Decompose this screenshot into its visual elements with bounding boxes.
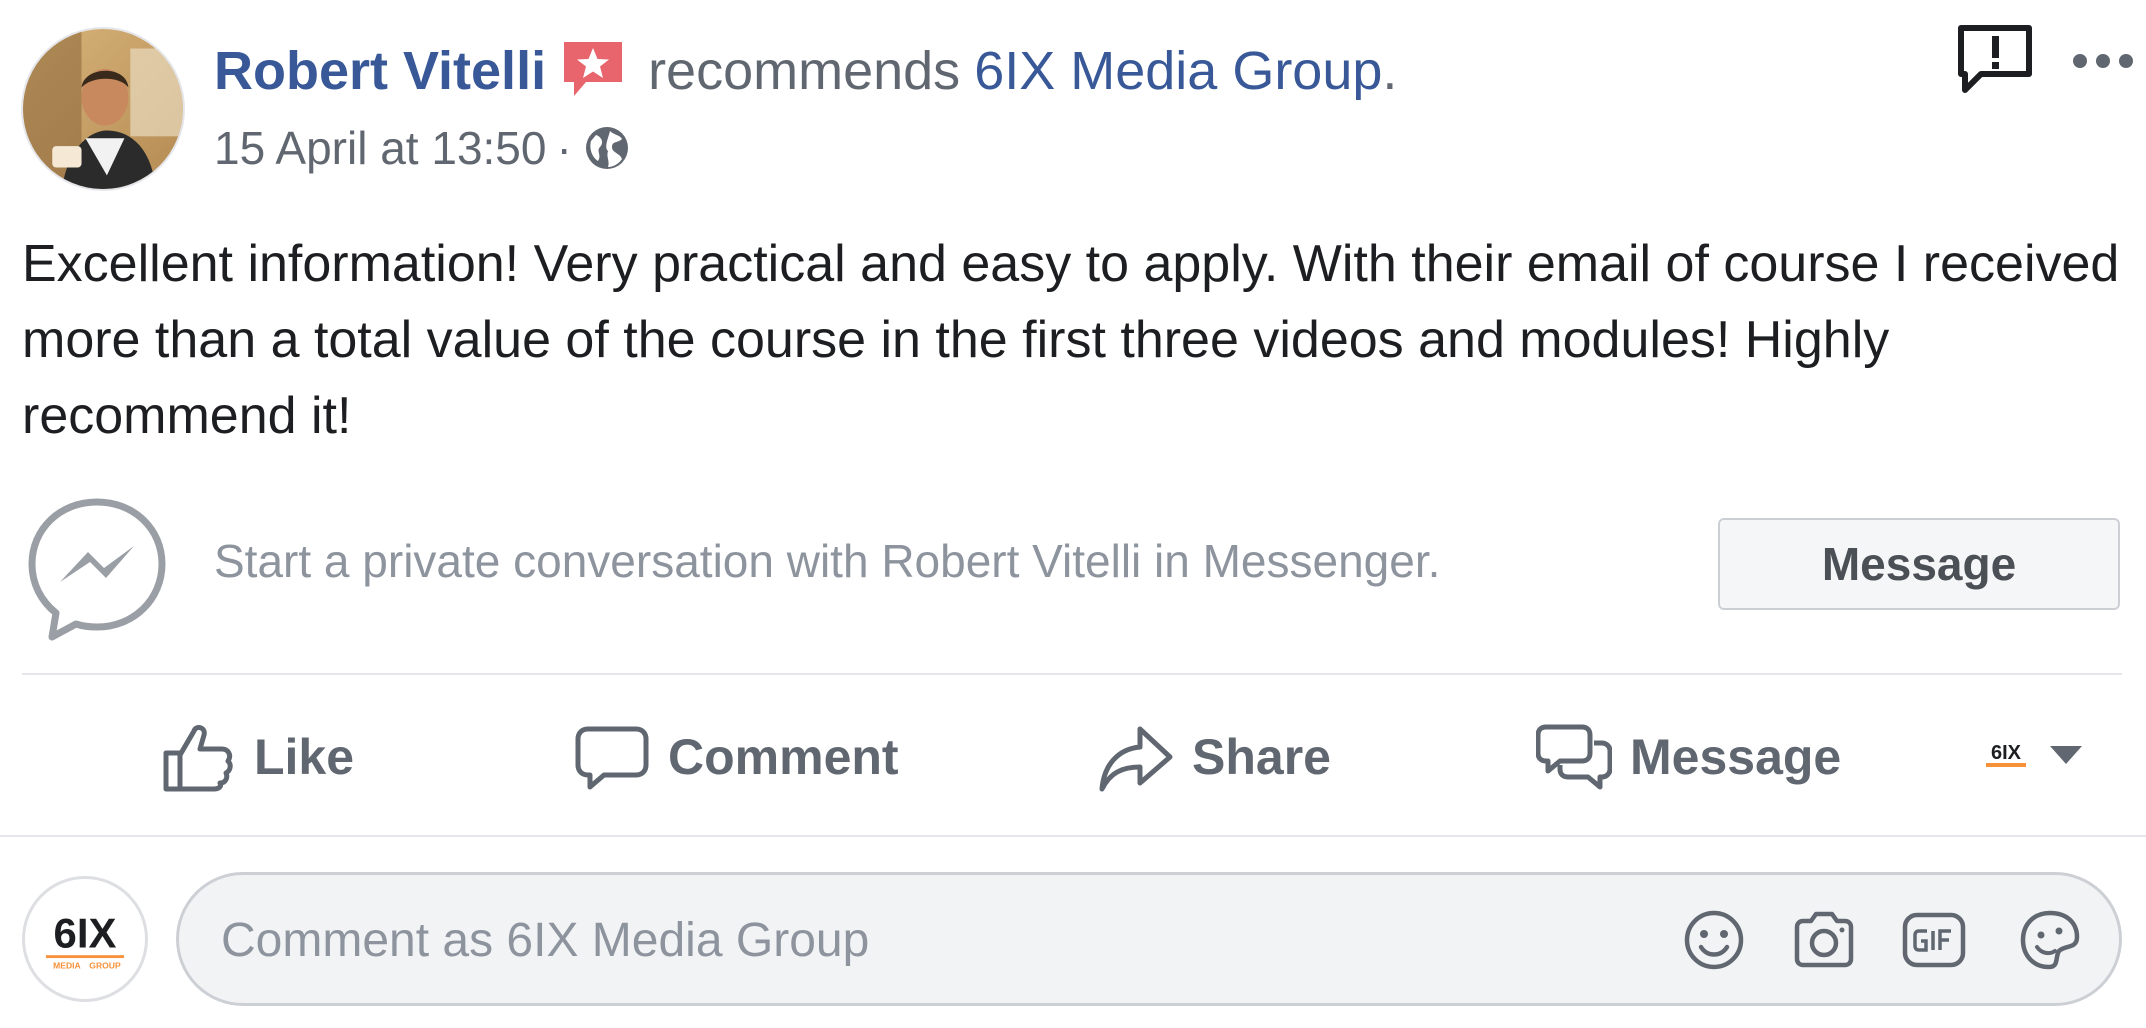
recommends-verb: recommends [648, 41, 961, 101]
thumbs-up-icon [160, 719, 236, 795]
messenger-icon [22, 492, 172, 642]
post-header: Robert Vitelli recommends 6IX Media Grou… [214, 36, 1397, 106]
post-text: Excellent information! Very practical an… [22, 235, 2120, 445]
page-logo-sub-left: MEDIA [53, 961, 81, 971]
page-avatar[interactable]: 6IX MEDIA GROUP [22, 876, 148, 1002]
like-label: Like [254, 729, 355, 785]
comment-composer[interactable] [176, 872, 2122, 1006]
page-logo-sub-right: GROUP [89, 961, 121, 971]
message-action-button[interactable]: Message [1536, 712, 1841, 802]
page-name-link[interactable]: 6IX Media Group [974, 40, 1382, 102]
recommendation-star-icon [558, 36, 628, 106]
message-bubbles-icon [1536, 719, 1612, 795]
gif-icon[interactable] [1899, 905, 1969, 975]
camera-icon[interactable] [1789, 905, 1859, 975]
author-avatar[interactable] [21, 27, 185, 191]
sticker-icon[interactable] [2015, 905, 2085, 975]
message-action-label: Message [1630, 729, 1842, 785]
comment-bubble-icon [574, 719, 650, 795]
page-logo-text: 6IX [54, 910, 117, 957]
mini-logo-text: 6IX [1991, 742, 2022, 764]
divider [22, 673, 2122, 675]
report-exclamation-icon[interactable] [1955, 22, 2035, 102]
chevron-down-icon [2046, 740, 2086, 770]
recommendation-post-card: Robert Vitelli recommends 6IX Media Grou… [0, 0, 2146, 1028]
comment-label: Comment [668, 729, 899, 785]
share-arrow-icon [1098, 719, 1174, 795]
page-mini-logo: 6IX [1980, 737, 2032, 773]
comment-button[interactable]: Comment [574, 712, 899, 802]
header-period: . [1382, 41, 1398, 101]
author-name-link[interactable]: Robert Vitelli [214, 40, 546, 102]
share-button[interactable]: Share [1098, 712, 1331, 802]
emoji-icon[interactable] [1679, 905, 1749, 975]
message-button[interactable]: Message [1718, 518, 2120, 610]
more-options-icon[interactable] [2068, 38, 2138, 84]
like-button[interactable]: Like [160, 712, 354, 802]
globe-icon[interactable] [582, 123, 632, 173]
messenger-prompt-text: Start a private conversation with Robert… [214, 535, 1441, 587]
comment-input[interactable] [221, 903, 1371, 977]
divider [0, 835, 2146, 837]
page-switcher[interactable]: 6IX [1980, 730, 2086, 780]
post-meta: 15 April at 13:50 · [214, 118, 632, 178]
post-timestamp[interactable]: 15 April at 13:50 [214, 121, 546, 175]
meta-separator: · [556, 122, 572, 174]
share-label: Share [1192, 729, 1331, 785]
